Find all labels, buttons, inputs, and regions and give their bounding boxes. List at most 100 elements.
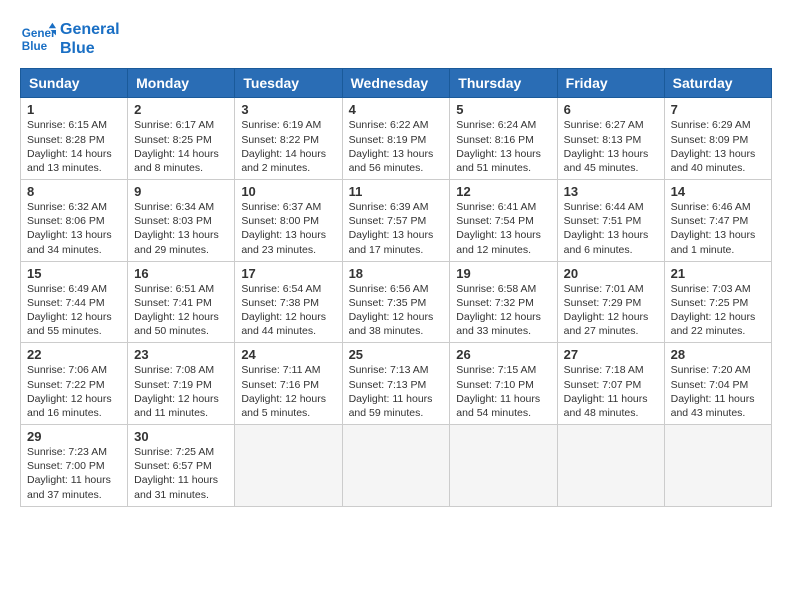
- day-number: 11: [349, 184, 444, 199]
- day-cell-29: 29Sunrise: 7:23 AMSunset: 7:00 PMDayligh…: [21, 425, 128, 507]
- day-info: Sunrise: 6:15 AMSunset: 8:28 PMDaylight:…: [27, 118, 121, 175]
- day-cell-26: 26Sunrise: 7:15 AMSunset: 7:10 PMDayligh…: [450, 343, 557, 425]
- day-number: 18: [349, 266, 444, 281]
- day-cell-9: 9Sunrise: 6:34 AMSunset: 8:03 PMDaylight…: [128, 180, 235, 262]
- day-cell-24: 24Sunrise: 7:11 AMSunset: 7:16 PMDayligh…: [235, 343, 342, 425]
- day-info: Sunrise: 6:19 AMSunset: 8:22 PMDaylight:…: [241, 118, 335, 175]
- day-number: 14: [671, 184, 765, 199]
- day-number: 23: [134, 347, 228, 362]
- day-info: Sunrise: 6:37 AMSunset: 8:00 PMDaylight:…: [241, 200, 335, 257]
- day-info: Sunrise: 7:25 AMSunset: 6:57 PMDaylight:…: [134, 445, 228, 502]
- day-info: Sunrise: 6:24 AMSunset: 8:16 PMDaylight:…: [456, 118, 550, 175]
- day-cell-30: 30Sunrise: 7:25 AMSunset: 6:57 PMDayligh…: [128, 425, 235, 507]
- day-info: Sunrise: 7:06 AMSunset: 7:22 PMDaylight:…: [27, 363, 121, 420]
- day-cell-20: 20Sunrise: 7:01 AMSunset: 7:29 PMDayligh…: [557, 261, 664, 343]
- empty-cell: [342, 425, 450, 507]
- day-info: Sunrise: 6:34 AMSunset: 8:03 PMDaylight:…: [134, 200, 228, 257]
- svg-text:General: General: [22, 27, 56, 40]
- day-info: Sunrise: 6:39 AMSunset: 7:57 PMDaylight:…: [349, 200, 444, 257]
- weekday-header-sunday: Sunday: [21, 69, 128, 98]
- day-number: 24: [241, 347, 335, 362]
- calendar-row: 1Sunrise: 6:15 AMSunset: 8:28 PMDaylight…: [21, 98, 772, 180]
- day-info: Sunrise: 6:49 AMSunset: 7:44 PMDaylight:…: [27, 282, 121, 339]
- day-info: Sunrise: 7:13 AMSunset: 7:13 PMDaylight:…: [349, 363, 444, 420]
- day-info: Sunrise: 7:15 AMSunset: 7:10 PMDaylight:…: [456, 363, 550, 420]
- day-number: 25: [349, 347, 444, 362]
- day-cell-3: 3Sunrise: 6:19 AMSunset: 8:22 PMDaylight…: [235, 98, 342, 180]
- day-cell-23: 23Sunrise: 7:08 AMSunset: 7:19 PMDayligh…: [128, 343, 235, 425]
- weekday-header-row: SundayMondayTuesdayWednesdayThursdayFrid…: [21, 69, 772, 98]
- day-info: Sunrise: 6:56 AMSunset: 7:35 PMDaylight:…: [349, 282, 444, 339]
- day-info: Sunrise: 6:51 AMSunset: 7:41 PMDaylight:…: [134, 282, 228, 339]
- day-cell-21: 21Sunrise: 7:03 AMSunset: 7:25 PMDayligh…: [664, 261, 771, 343]
- day-cell-18: 18Sunrise: 6:56 AMSunset: 7:35 PMDayligh…: [342, 261, 450, 343]
- day-info: Sunrise: 6:44 AMSunset: 7:51 PMDaylight:…: [564, 200, 658, 257]
- day-number: 9: [134, 184, 228, 199]
- calendar-row: 15Sunrise: 6:49 AMSunset: 7:44 PMDayligh…: [21, 261, 772, 343]
- day-info: Sunrise: 7:11 AMSunset: 7:16 PMDaylight:…: [241, 363, 335, 420]
- weekday-header-saturday: Saturday: [664, 69, 771, 98]
- day-number: 13: [564, 184, 658, 199]
- day-number: 26: [456, 347, 550, 362]
- day-number: 20: [564, 266, 658, 281]
- day-info: Sunrise: 6:54 AMSunset: 7:38 PMDaylight:…: [241, 282, 335, 339]
- day-number: 5: [456, 102, 550, 117]
- day-number: 2: [134, 102, 228, 117]
- day-info: Sunrise: 7:01 AMSunset: 7:29 PMDaylight:…: [564, 282, 658, 339]
- day-info: Sunrise: 6:46 AMSunset: 7:47 PMDaylight:…: [671, 200, 765, 257]
- day-number: 19: [456, 266, 550, 281]
- day-info: Sunrise: 7:23 AMSunset: 7:00 PMDaylight:…: [27, 445, 121, 502]
- day-number: 28: [671, 347, 765, 362]
- day-info: Sunrise: 6:27 AMSunset: 8:13 PMDaylight:…: [564, 118, 658, 175]
- day-info: Sunrise: 6:22 AMSunset: 8:19 PMDaylight:…: [349, 118, 444, 175]
- day-info: Sunrise: 7:18 AMSunset: 7:07 PMDaylight:…: [564, 363, 658, 420]
- weekday-header-tuesday: Tuesday: [235, 69, 342, 98]
- day-number: 15: [27, 266, 121, 281]
- day-info: Sunrise: 6:41 AMSunset: 7:54 PMDaylight:…: [456, 200, 550, 257]
- day-number: 3: [241, 102, 335, 117]
- day-number: 10: [241, 184, 335, 199]
- day-number: 1: [27, 102, 121, 117]
- weekday-header-wednesday: Wednesday: [342, 69, 450, 98]
- day-number: 29: [27, 429, 121, 444]
- day-cell-25: 25Sunrise: 7:13 AMSunset: 7:13 PMDayligh…: [342, 343, 450, 425]
- day-cell-27: 27Sunrise: 7:18 AMSunset: 7:07 PMDayligh…: [557, 343, 664, 425]
- day-number: 8: [27, 184, 121, 199]
- empty-cell: [664, 425, 771, 507]
- logo-line1: General: [60, 20, 120, 39]
- header: General Blue General Blue: [20, 20, 772, 58]
- svg-text:Blue: Blue: [22, 40, 48, 53]
- weekday-header-thursday: Thursday: [450, 69, 557, 98]
- day-info: Sunrise: 7:03 AMSunset: 7:25 PMDaylight:…: [671, 282, 765, 339]
- day-cell-7: 7Sunrise: 6:29 AMSunset: 8:09 PMDaylight…: [664, 98, 771, 180]
- calendar-table: SundayMondayTuesdayWednesdayThursdayFrid…: [20, 68, 772, 506]
- day-info: Sunrise: 6:17 AMSunset: 8:25 PMDaylight:…: [134, 118, 228, 175]
- day-info: Sunrise: 6:29 AMSunset: 8:09 PMDaylight:…: [671, 118, 765, 175]
- day-cell-6: 6Sunrise: 6:27 AMSunset: 8:13 PMDaylight…: [557, 98, 664, 180]
- day-number: 22: [27, 347, 121, 362]
- day-cell-2: 2Sunrise: 6:17 AMSunset: 8:25 PMDaylight…: [128, 98, 235, 180]
- day-number: 27: [564, 347, 658, 362]
- day-cell-1: 1Sunrise: 6:15 AMSunset: 8:28 PMDaylight…: [21, 98, 128, 180]
- empty-cell: [557, 425, 664, 507]
- empty-cell: [450, 425, 557, 507]
- day-cell-8: 8Sunrise: 6:32 AMSunset: 8:06 PMDaylight…: [21, 180, 128, 262]
- day-cell-15: 15Sunrise: 6:49 AMSunset: 7:44 PMDayligh…: [21, 261, 128, 343]
- day-cell-13: 13Sunrise: 6:44 AMSunset: 7:51 PMDayligh…: [557, 180, 664, 262]
- day-info: Sunrise: 7:08 AMSunset: 7:19 PMDaylight:…: [134, 363, 228, 420]
- day-number: 6: [564, 102, 658, 117]
- day-info: Sunrise: 6:32 AMSunset: 8:06 PMDaylight:…: [27, 200, 121, 257]
- logo-line2: Blue: [60, 39, 120, 58]
- calendar-row: 22Sunrise: 7:06 AMSunset: 7:22 PMDayligh…: [21, 343, 772, 425]
- day-number: 21: [671, 266, 765, 281]
- logo-icon: General Blue: [20, 21, 56, 57]
- weekday-header-monday: Monday: [128, 69, 235, 98]
- day-number: 7: [671, 102, 765, 117]
- day-number: 4: [349, 102, 444, 117]
- empty-cell: [235, 425, 342, 507]
- day-cell-10: 10Sunrise: 6:37 AMSunset: 8:00 PMDayligh…: [235, 180, 342, 262]
- weekday-header-friday: Friday: [557, 69, 664, 98]
- day-cell-28: 28Sunrise: 7:20 AMSunset: 7:04 PMDayligh…: [664, 343, 771, 425]
- calendar-row: 8Sunrise: 6:32 AMSunset: 8:06 PMDaylight…: [21, 180, 772, 262]
- calendar-row: 29Sunrise: 7:23 AMSunset: 7:00 PMDayligh…: [21, 425, 772, 507]
